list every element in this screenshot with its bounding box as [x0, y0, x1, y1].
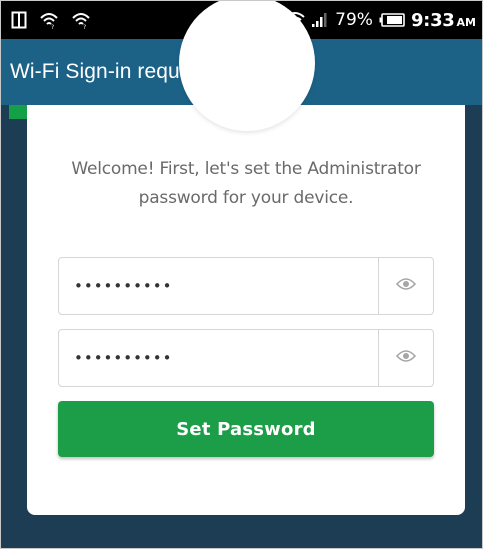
cell-signal-icon [311, 12, 329, 28]
status-time: 9:33 AM [411, 10, 476, 31]
show-confirm-password-button[interactable] [378, 330, 433, 386]
battery-percent: 79% [335, 10, 373, 30]
welcome-line-1: Welcome! First, let's set the Administra… [71, 159, 421, 179]
battery-icon [379, 13, 405, 27]
welcome-line-2: password for your device. [138, 188, 354, 208]
screen-mirror-icon [11, 11, 27, 29]
set-password-button[interactable]: Set Password [58, 401, 434, 457]
ampm-text: AM [456, 15, 476, 29]
confirm-password-input-group [58, 329, 434, 387]
time-text: 9:33 [410, 9, 455, 31]
wifi-icon: ? [39, 11, 59, 29]
status-left: ? ? [1, 11, 91, 29]
phone-screen: ? ? 79% 9:33 AM Wi-Fi Sign-in required W… [0, 0, 483, 549]
show-password-button[interactable] [378, 258, 433, 314]
eye-icon [395, 349, 417, 368]
svg-text:?: ? [51, 24, 54, 29]
logo-circle [179, 1, 315, 131]
password-input-group [58, 257, 434, 315]
welcome-message: Welcome! First, let's set the Administra… [27, 155, 465, 213]
eye-icon [395, 277, 417, 296]
svg-text:?: ? [83, 24, 86, 29]
password-field[interactable] [59, 258, 378, 314]
password-card: Welcome! First, let's set the Administra… [27, 1, 465, 515]
accent-stripe [9, 105, 27, 119]
confirm-password-field[interactable] [59, 330, 378, 386]
wifi-icon: ? [71, 11, 91, 29]
